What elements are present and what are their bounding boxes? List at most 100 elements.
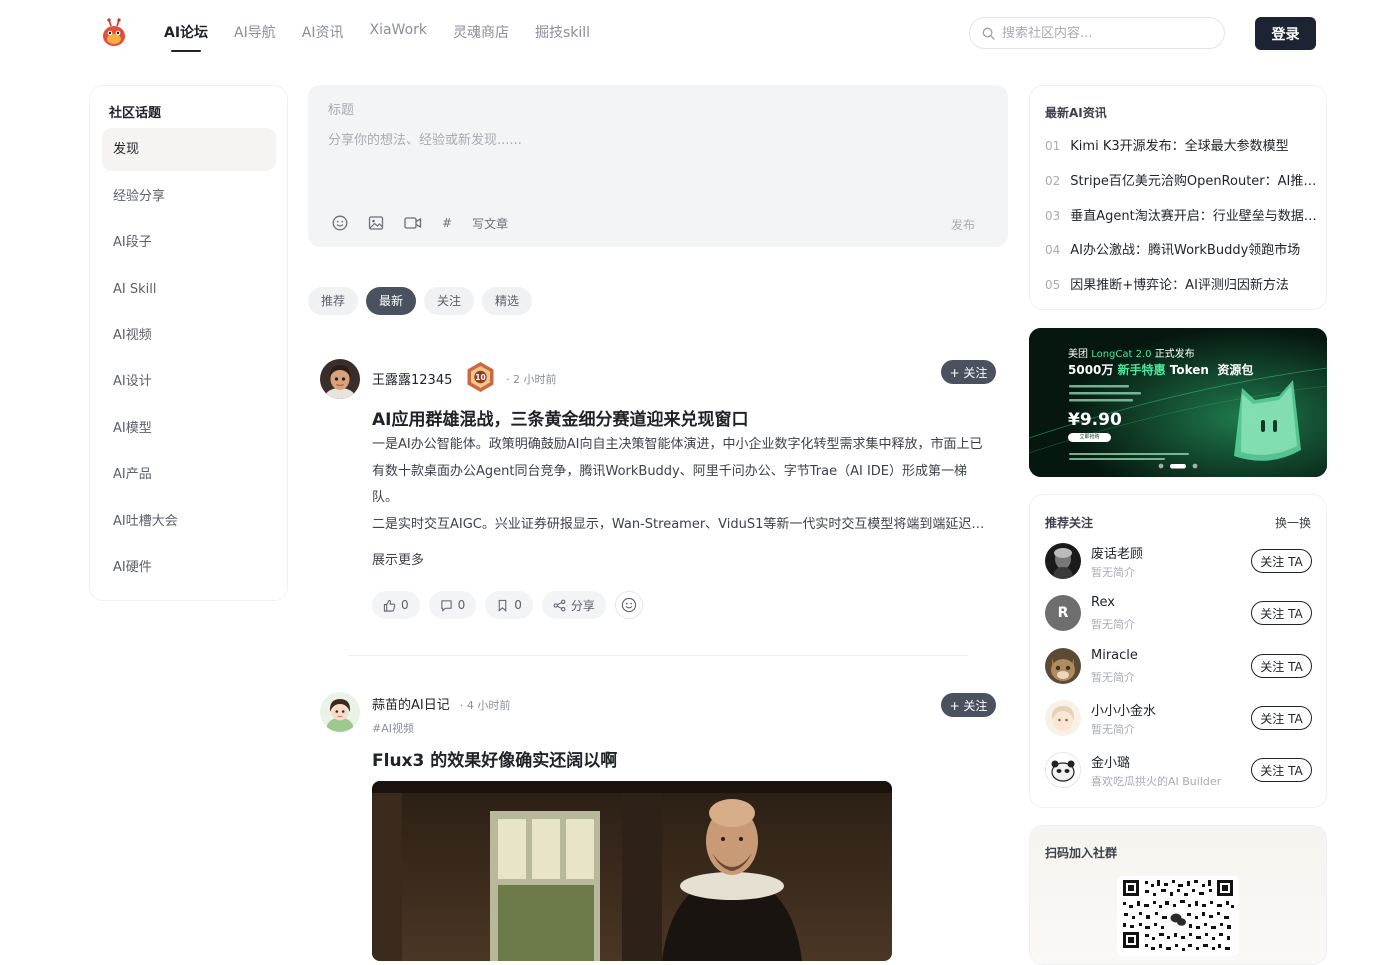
show-more-link[interactable]: 展示更多	[372, 549, 424, 568]
post-paragraph: 二是实时交互AIGC。兴业证券研报显示，Wan-Streamer、ViduS1等…	[372, 516, 986, 532]
sidebar-item-experience[interactable]: 经验分享	[102, 175, 276, 218]
bookmark-button[interactable]: 0	[485, 591, 533, 619]
banner-price: ¥9.90	[1068, 410, 1122, 430]
user-name[interactable]: Rex	[1091, 595, 1115, 610]
follow-user-button[interactable]: 关注 TA	[1251, 601, 1312, 625]
avatar[interactable]	[1045, 648, 1081, 684]
user-bio: 暂无简介	[1091, 723, 1135, 736]
login-button[interactable]: 登录	[1255, 17, 1316, 50]
post-author[interactable]: 蒜苗的AI日记 · 4 小时前	[372, 694, 510, 713]
sidebar-item-ai-product[interactable]: AI产品	[102, 453, 276, 496]
sidebar-item-ai-design[interactable]: AI设计	[102, 360, 276, 403]
emoji-icon[interactable]	[332, 214, 348, 232]
follow-user-button[interactable]: 关注 TA	[1251, 758, 1312, 782]
nav-ai-news[interactable]: AI资讯	[302, 22, 344, 52]
post-body: 一是AI办公智能体。政策明确鼓励AI向自主决策智能体演进，中小企业数字化转型需求…	[372, 432, 986, 538]
nav-skill[interactable]: 掘技skill	[535, 22, 590, 52]
sidebar-item-discover[interactable]: 发现	[102, 128, 276, 171]
follow-user-button[interactable]: 关注 TA	[1251, 549, 1312, 573]
thumbs-up-icon	[383, 599, 396, 612]
user-bio: 暂无简介	[1091, 618, 1135, 631]
user-name[interactable]: Miracle	[1091, 648, 1138, 663]
logo-icon[interactable]	[100, 18, 128, 48]
search-icon	[982, 27, 995, 40]
sidebar-item-ai-roast[interactable]: AI吐槽大会	[102, 500, 276, 543]
image-icon[interactable]	[368, 214, 384, 232]
filter-following[interactable]: 关注	[424, 287, 475, 315]
sidebar-title: 社区话题	[109, 106, 162, 121]
news-item[interactable]: 02 Stripe百亿美元洽购OpenRouter：AI推理市场	[1045, 170, 1317, 189]
user-name[interactable]: 废话老顾	[1091, 543, 1143, 562]
follow-button[interactable]: + 关注	[941, 693, 996, 717]
nav-xiawork[interactable]: XiaWork	[369, 22, 427, 52]
avatar[interactable]	[1045, 543, 1081, 579]
user-name[interactable]: 金小璐	[1091, 752, 1130, 771]
recommend-user: 小小小金水 暂无简介 关注 TA	[1045, 700, 1312, 738]
qr-join-card: 扫码加入社群	[1029, 825, 1327, 965]
filter-latest[interactable]: 最新	[366, 287, 417, 315]
recommend-user: R Rex 暂无简介 关注 TA	[1045, 595, 1312, 633]
share-button[interactable]: 分享	[541, 591, 606, 619]
news-index: 04	[1045, 243, 1061, 257]
recommend-user: 废话老顾 暂无简介 关注 TA	[1045, 543, 1312, 581]
author-name[interactable]: 王露露12345	[372, 373, 452, 388]
post-author[interactable]: 王露露12345	[372, 369, 452, 388]
like-button[interactable]: 0	[372, 591, 420, 619]
avatar[interactable]: R	[1045, 595, 1081, 631]
search-box[interactable]	[969, 17, 1225, 49]
level-badge-text: 10	[475, 373, 485, 382]
author-name[interactable]: 蒜苗的AI日记	[372, 698, 450, 713]
post-title[interactable]: Flux3 的效果好像确实还阔以啊	[372, 746, 617, 771]
post-tag[interactable]: #AI视频	[372, 720, 414, 736]
post-time: · 4 小时前	[459, 699, 511, 712]
filter-featured[interactable]: 精选	[482, 287, 533, 315]
news-item[interactable]: 03 垂直Agent淘汰赛开启：行业壁垒与数据护城河	[1045, 205, 1317, 224]
composer-body-input[interactable]	[328, 133, 928, 148]
composer-title-input[interactable]	[328, 103, 728, 118]
avatar[interactable]	[320, 359, 360, 399]
news-item[interactable]: 05 因果推断+博弈论：AI评测归因新方法	[1045, 274, 1317, 293]
publish-button[interactable]: 发布	[951, 216, 975, 233]
post-composer: # 写文章 发布	[308, 85, 1008, 247]
follow-user-button[interactable]: 关注 TA	[1251, 654, 1312, 678]
sidebar-item-ai-skill[interactable]: AI Skill	[102, 268, 276, 311]
avatar[interactable]	[320, 692, 360, 732]
news-text: AI办公激战：腾讯WorkBuddy领跑市场	[1070, 243, 1301, 258]
filter-recommended[interactable]: 推荐	[308, 287, 359, 315]
avatar[interactable]	[1045, 700, 1081, 736]
news-item[interactable]: 01 Kimi K3开源发布：全球最大参数模型	[1045, 135, 1317, 154]
user-name[interactable]: 小小小金水	[1091, 700, 1156, 719]
follow-user-button[interactable]: 关注 TA	[1251, 706, 1312, 730]
sidebar-item-ai-video[interactable]: AI视频	[102, 314, 276, 357]
post-title[interactable]: AI应用群雄混战，三条黄金细分赛道迎来兑现窗口	[372, 405, 748, 430]
news-index: 05	[1045, 278, 1061, 292]
search-input[interactable]	[1002, 25, 1202, 41]
sidebar-item-ai-hardware[interactable]: AI硬件	[102, 546, 276, 589]
follow-button[interactable]: + 关注	[941, 360, 996, 384]
sidebar-item-ai-model[interactable]: AI模型	[102, 407, 276, 450]
comment-button[interactable]: 0	[428, 591, 477, 619]
hashtag-button[interactable]: #	[442, 214, 452, 232]
banner-token-pack: Token 资源包	[1169, 363, 1254, 377]
write-article-button[interactable]: 写文章	[472, 214, 508, 232]
post-image[interactable]	[372, 781, 892, 961]
banner-cta[interactable]: 立即抢购	[1068, 433, 1111, 442]
recommend-user: 金小璐 喜欢吃瓜拱火的AI Builder 关注 TA	[1045, 752, 1312, 790]
sidebar-item-ai-jokes[interactable]: AI段子	[102, 221, 276, 264]
avatar[interactable]	[1045, 752, 1081, 788]
recommend-card: 推荐关注 换一换 废话老顾 暂无简介 关注 TA R Rex 暂无简介 关注 T…	[1029, 494, 1327, 808]
banner-product: LongCat 2.0	[1091, 349, 1152, 360]
nav-ai-navigation[interactable]: AI导航	[234, 22, 276, 52]
nav-ai-forum[interactable]: AI论坛	[164, 22, 208, 52]
topic-sidebar: 社区话题 发现 经验分享 AI段子 AI Skill AI视频 AI设计 AI模…	[89, 85, 288, 601]
video-icon[interactable]	[404, 214, 422, 232]
feed-post: 蒜苗的AI日记 · 4 小时前 #AI视频 + 关注 Flux3 的效果好像确实…	[320, 692, 996, 961]
nav-soul-store[interactable]: 灵魂商店	[453, 22, 509, 52]
refresh-recommend-button[interactable]: 换一换	[1275, 514, 1311, 531]
news-item[interactable]: 04 AI办公激战：腾讯WorkBuddy领跑市场	[1045, 239, 1317, 258]
reaction-button[interactable]	[614, 591, 643, 619]
promo-banner[interactable]: 美团 LongCat 2.0 正式发布 5000万 新手特惠 Token 资源包…	[1029, 328, 1327, 477]
news-text: 垂直Agent淘汰赛开启：行业壁垒与数据护城河	[1070, 209, 1317, 224]
banner-release: 正式发布	[1154, 349, 1195, 360]
news-index: 02	[1045, 174, 1061, 188]
